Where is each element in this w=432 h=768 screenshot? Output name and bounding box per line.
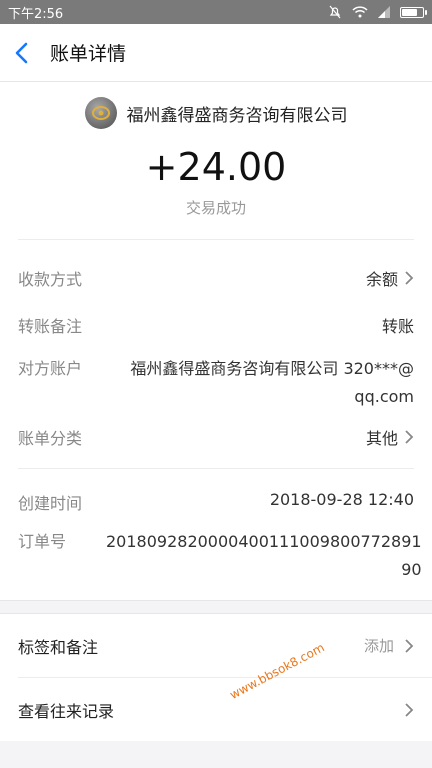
chevron-left-icon: [15, 42, 28, 63]
section-gap: [0, 600, 432, 614]
transaction-summary: 福州鑫得盛商务咨询有限公司 +24.00 交易成功: [0, 82, 432, 239]
status-time: 下午2:56: [8, 6, 64, 22]
detail-list: 收款方式 余额 转账备注 转账 对方账户 福州鑫得盛商务咨询有限公司 320**…: [0, 239, 432, 600]
counterparty-value: 福州鑫得盛商务咨询有限公司 320***@ qq.com: [106, 355, 414, 411]
category-row[interactable]: 账单分类 其他: [18, 411, 414, 468]
category-label: 账单分类: [18, 429, 83, 448]
created-time-row: 创建时间 2018-09-28 12:40: [18, 469, 414, 514]
counterparty-value-line2: qq.com: [354, 387, 414, 406]
created-time-label: 创建时间: [18, 494, 83, 513]
payment-method-row[interactable]: 收款方式 余额: [18, 240, 414, 290]
order-number-line2: 90: [401, 560, 422, 579]
merchant-name: 福州鑫得盛商务咨询有限公司: [126, 105, 348, 126]
chevron-right-icon: [405, 430, 414, 444]
tags-notes-add: 添加: [363, 637, 394, 655]
counterparty-value-line1: 福州鑫得盛商务咨询有限公司 320***@: [130, 359, 414, 378]
created-time-value: 2018-09-28 12:40: [269, 490, 414, 509]
bill-card: 福州鑫得盛商务咨询有限公司 +24.00 交易成功 收款方式 余额 转账备注 转…: [0, 82, 432, 600]
back-button[interactable]: [14, 33, 42, 73]
chevron-right-icon: [405, 638, 414, 653]
actions-card: 标签和备注 添加 查看往来记录: [0, 614, 432, 741]
chevron-right-icon: [405, 702, 414, 717]
nav-bar: 账单详情: [0, 24, 432, 82]
merchant-header: 福州鑫得盛商务咨询有限公司: [0, 96, 432, 130]
category-value: 其他: [365, 429, 398, 448]
merchant-logo: [84, 97, 117, 129]
status-bar: 下午2:56: [0, 0, 432, 24]
order-number-value: 2018092820000400111009800772891 90: [106, 528, 422, 584]
order-number-row: 订单号 2018092820000400111009800772891 90: [18, 514, 422, 600]
payment-method-value: 余额: [365, 270, 398, 289]
counterparty-label: 对方账户: [18, 359, 83, 378]
transaction-status: 交易成功: [185, 199, 246, 217]
merchant-logo-icon: [91, 106, 110, 120]
wifi-icon: [352, 6, 368, 18]
transfer-note-value: 转账: [381, 317, 414, 336]
order-number-label: 订单号: [18, 532, 67, 551]
transaction-amount: +24.00: [145, 145, 287, 189]
battery-icon: [400, 6, 427, 18]
history-row[interactable]: 查看往来记录: [0, 678, 432, 741]
payment-method-value-wrap: 余额: [106, 266, 414, 290]
counterparty-row: 对方账户 福州鑫得盛商务咨询有限公司 320***@ qq.com: [18, 337, 414, 411]
chevron-right-icon: [405, 271, 414, 285]
order-number-line1: 2018092820000400111009800772891: [106, 532, 422, 551]
transfer-note-label: 转账备注: [18, 317, 83, 336]
mute-icon: [329, 5, 341, 19]
history-label: 查看往来记录: [18, 701, 115, 721]
tags-notes-row[interactable]: 标签和备注 添加: [0, 614, 432, 677]
page-title: 账单详情: [50, 43, 127, 65]
payment-method-label: 收款方式: [18, 270, 83, 289]
transfer-note-row: 转账备注 转账: [18, 290, 414, 337]
signal-icon: [378, 6, 390, 18]
category-value-wrap: 其他: [106, 425, 414, 449]
